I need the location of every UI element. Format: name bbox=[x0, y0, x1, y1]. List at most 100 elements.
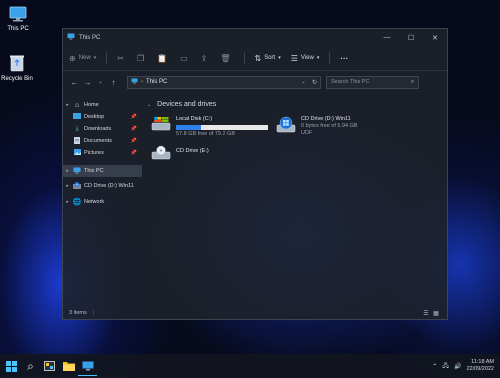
search-placeholder: Search This PC bbox=[331, 79, 370, 85]
chevron-down-icon[interactable]: ⌄ bbox=[298, 79, 309, 86]
group-header-label: Devices and drives bbox=[157, 101, 217, 108]
nav-item-label: Pictures bbox=[84, 150, 104, 156]
pin-icon: 📌 bbox=[130, 138, 137, 144]
system-tray: ⌃ 🖧 🔊 11:18 AM 22/09/2022 bbox=[432, 359, 500, 373]
expand-chevron-icon[interactable]: ▸ bbox=[63, 199, 72, 205]
more-options-button[interactable]: ··· bbox=[340, 54, 348, 63]
share-icon: ⇪ bbox=[200, 53, 208, 63]
nav-item-desktop[interactable]: Desktop 📌 bbox=[63, 111, 142, 123]
expand-chevron-icon[interactable]: ▸ bbox=[63, 102, 72, 108]
nav-item-this-pc[interactable]: ▸ This PC bbox=[63, 165, 142, 177]
taskbar: ⌕ ⌃ 🖧 🔊 11:18 AM 22/09/2022 bbox=[0, 354, 500, 378]
status-bar: 3 items | ☰ ▦ bbox=[69, 307, 441, 319]
command-bar: ⊕ New ▾ ✂ ❐ 📋 ▭ ⇪ 🗑 ⇅ Sort ▾ ☰ View ▾ ··… bbox=[63, 46, 447, 71]
this-pc-taskbar-button[interactable] bbox=[78, 356, 97, 376]
expand-chevron-icon[interactable]: ▸ bbox=[63, 168, 72, 174]
downloads-icon: ⤓ bbox=[75, 125, 79, 132]
clock[interactable]: 11:18 AM 22/09/2022 bbox=[466, 359, 494, 373]
main-pane: ⌄ Devices and drives Local Disk (C:) 57.… bbox=[143, 95, 447, 307]
monitor-icon bbox=[67, 33, 75, 42]
cd-drive-windows-icon bbox=[276, 116, 296, 133]
paste-icon: 📋 bbox=[157, 53, 168, 63]
nav-item-home[interactable]: ▸ ⌂ Home bbox=[63, 99, 142, 111]
search-input[interactable]: Search This PC ⌕ bbox=[326, 75, 419, 89]
copy-button[interactable]: ❐ bbox=[137, 54, 147, 63]
sort-label: Sort bbox=[264, 55, 276, 61]
nav-item-label: This PC bbox=[84, 168, 104, 174]
start-button[interactable] bbox=[2, 356, 21, 376]
cut-button[interactable]: ✂ bbox=[117, 54, 127, 63]
recycle-bin-icon bbox=[10, 55, 24, 72]
address-bar[interactable]: › This PC ⌄ ↻ bbox=[127, 75, 321, 89]
drive-free-space: 0 bytes free of 5.94 GB bbox=[301, 123, 358, 129]
drive-cd-e[interactable]: CD Drive (E:) bbox=[151, 145, 209, 161]
close-button[interactable]: ✕ bbox=[423, 34, 447, 42]
nav-item-downloads[interactable]: ⤓ Downloads 📌 bbox=[63, 123, 142, 135]
task-view-button[interactable] bbox=[40, 356, 59, 376]
network-icon: 🌐 bbox=[72, 199, 82, 206]
recent-locations-button[interactable]: ⌄ bbox=[95, 79, 106, 85]
trash-icon: 🗑 bbox=[220, 53, 231, 63]
drive-filesystem: UDF bbox=[301, 130, 313, 136]
nav-item-label: Network bbox=[84, 199, 105, 205]
breadcrumb-chevron-icon: › bbox=[141, 79, 143, 85]
nav-item-pictures[interactable]: Pictures 📌 bbox=[63, 147, 142, 159]
drive-name: CD Drive (E:) bbox=[176, 148, 209, 154]
address-row: ← → ⌄ ↑ › This PC ⌄ ↻ Search This PC ⌕ bbox=[63, 71, 447, 93]
minimize-button[interactable]: — bbox=[375, 34, 399, 42]
title-bar[interactable]: This PC — ☐ ✕ bbox=[63, 29, 447, 46]
toolbar-divider bbox=[106, 52, 108, 64]
monitor-icon bbox=[131, 78, 138, 86]
desktop-icon-recycle-bin[interactable]: Recycle Bin bbox=[0, 54, 34, 82]
drive-local-disk-c[interactable]: Local Disk (C:) 57.8 GB free of 79.2 GB bbox=[151, 116, 268, 138]
file-explorer-taskbar-button[interactable] bbox=[59, 356, 78, 376]
delete-button[interactable]: 🗑 bbox=[220, 54, 233, 63]
breadcrumb-this-pc[interactable]: This PC bbox=[146, 79, 167, 85]
view-button[interactable]: ☰ View ▾ bbox=[291, 54, 320, 63]
nav-item-label: Home bbox=[84, 102, 99, 108]
documents-icon bbox=[72, 136, 82, 146]
forward-button[interactable]: → bbox=[82, 78, 93, 87]
rename-button[interactable]: ▭ bbox=[180, 54, 191, 63]
up-button[interactable]: ↑ bbox=[108, 78, 119, 87]
task-view-icon bbox=[44, 361, 55, 371]
toolbar-divider bbox=[329, 52, 331, 64]
monitor-icon bbox=[82, 361, 93, 370]
new-label: New bbox=[78, 55, 91, 61]
more-label: ··· bbox=[340, 53, 349, 63]
desktop-icon-this-pc[interactable]: This PC bbox=[1, 6, 35, 32]
item-count: 3 items bbox=[69, 310, 87, 316]
details-view-button[interactable]: ☰ bbox=[421, 310, 431, 317]
new-button[interactable]: ⊕ New ▾ bbox=[69, 54, 96, 63]
view-label: View bbox=[300, 55, 314, 61]
sort-button[interactable]: ⇅ Sort ▾ bbox=[255, 54, 281, 63]
search-button[interactable]: ⌕ bbox=[21, 356, 40, 376]
nav-item-network[interactable]: ▸ 🌐 Network bbox=[63, 196, 142, 208]
pin-icon: 📌 bbox=[130, 150, 137, 156]
expand-chevron-icon[interactable]: ▸ bbox=[63, 183, 72, 189]
search-icon: ⌕ bbox=[410, 78, 414, 85]
group-header-devices[interactable]: ⌄ Devices and drives bbox=[147, 101, 216, 108]
folder-icon bbox=[62, 362, 75, 371]
speaker-icon[interactable]: 🔊 bbox=[454, 363, 461, 370]
chevron-down-icon: ⌄ bbox=[147, 102, 152, 108]
nav-item-label: CD Drive (D:) Win11 bbox=[84, 183, 134, 189]
network-tray-icon[interactable]: 🖧 bbox=[442, 361, 449, 371]
drive-name: CD Drive (D:) Win11 bbox=[301, 116, 351, 122]
share-button[interactable]: ⇪ bbox=[201, 54, 211, 63]
desktop-icon-label: Recycle Bin bbox=[1, 76, 33, 82]
drive-usage-bar bbox=[176, 125, 268, 130]
drive-cd-d[interactable]: CD Drive (D:) Win11 0 bytes free of 5.94… bbox=[276, 116, 358, 137]
chevron-up-icon[interactable]: ⌃ bbox=[432, 363, 437, 370]
navigation-pane: ▸ ⌂ Home Desktop 📌 ⤓ Downloads 📌 Documen… bbox=[63, 95, 142, 307]
file-explorer-window: This PC — ☐ ✕ ⊕ New ▾ ✂ ❐ 📋 ▭ ⇪ 🗑 ⇅ Sort… bbox=[62, 28, 448, 320]
refresh-icon[interactable]: ↻ bbox=[309, 79, 320, 86]
content-area: ▸ ⌂ Home Desktop 📌 ⤓ Downloads 📌 Documen… bbox=[63, 95, 447, 307]
windows-logo-icon bbox=[6, 360, 17, 372]
paste-button[interactable]: 📋 bbox=[157, 54, 170, 63]
nav-item-cd-drive-d[interactable]: ▸ CD Drive (D:) Win11 bbox=[63, 180, 142, 192]
back-button[interactable]: ← bbox=[69, 78, 80, 87]
nav-item-documents[interactable]: Documents 📌 bbox=[63, 135, 142, 147]
maximize-button[interactable]: ☐ bbox=[399, 34, 423, 42]
tiles-view-button[interactable]: ▦ bbox=[431, 310, 441, 317]
